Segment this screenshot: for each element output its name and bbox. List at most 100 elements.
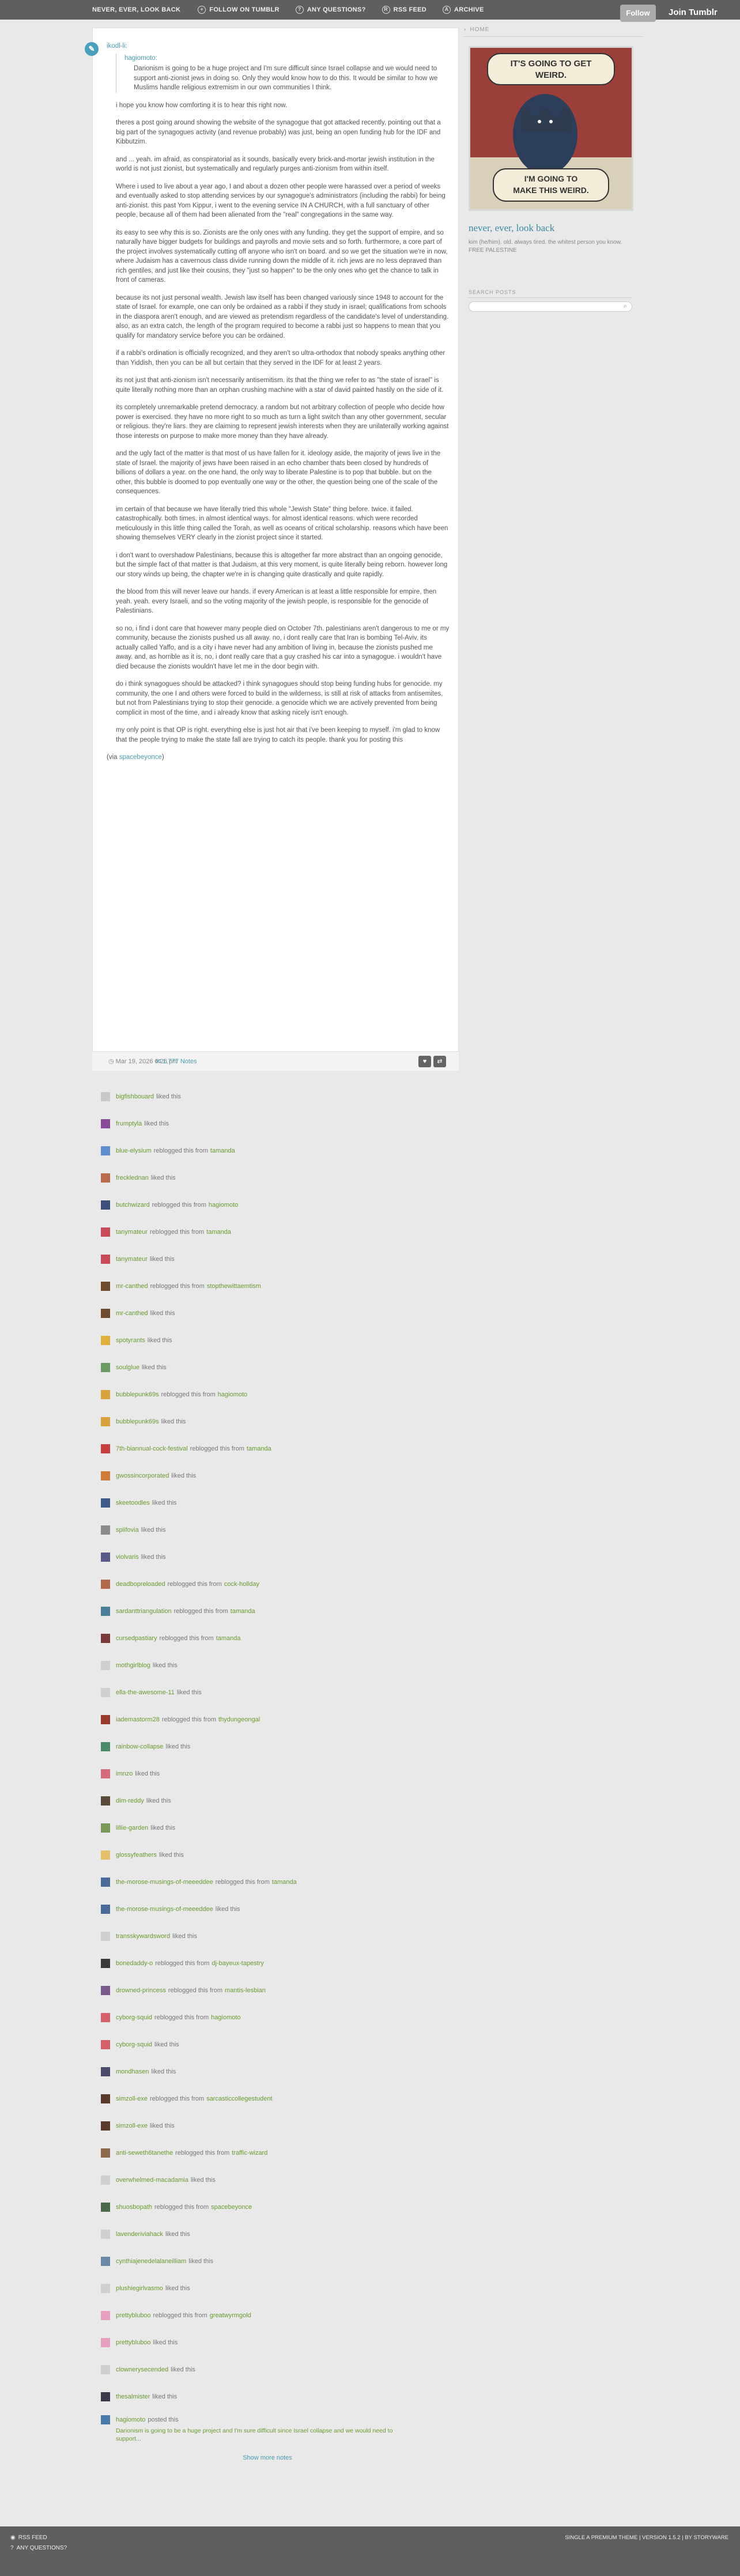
note-avatar[interactable] [101, 1905, 110, 1914]
note-avatar[interactable] [101, 1200, 110, 1210]
note-avatar[interactable] [101, 1823, 110, 1833]
note-avatar[interactable] [101, 1309, 110, 1318]
note-user-link[interactable]: mothgirlblog [116, 1662, 150, 1669]
sidebar-home-link[interactable]: › HOME [464, 27, 643, 37]
note-user-link[interactable]: frecklednan [116, 1174, 149, 1181]
note-user-link[interactable]: simzoll-exe [116, 2095, 148, 2102]
note-user-link[interactable]: bubblepunk69s [116, 1418, 159, 1425]
note-user-link[interactable]: skeetoodles [116, 1499, 150, 1506]
note-user-link[interactable]: rainbow-collapse [116, 1743, 164, 1750]
reblog-icon[interactable]: ⇄ [433, 1056, 446, 1067]
note-user-link[interactable]: dim-reddy [116, 1797, 144, 1804]
note-avatar[interactable] [101, 1282, 110, 1291]
note-source-link[interactable]: hagiomoto [209, 1202, 238, 1208]
note-user-link[interactable]: lavenderiviahack [116, 2231, 163, 2238]
note-user-link[interactable]: transskywardsword [116, 1933, 170, 1940]
note-user-link[interactable]: imnzo [116, 1770, 133, 1777]
note-avatar[interactable] [101, 2230, 110, 2239]
note-source-link[interactable]: mantis-lesbian [225, 1987, 266, 1994]
note-avatar[interactable] [101, 2392, 110, 2401]
note-source-link[interactable]: tamanda [216, 1635, 241, 1642]
note-avatar[interactable] [101, 2040, 110, 2049]
search-input[interactable]: ⌕ [469, 301, 632, 312]
note-avatar[interactable] [101, 1715, 110, 1724]
note-user-link[interactable]: deadbopreloaded [116, 1581, 165, 1588]
note-user-link[interactable]: thesalmister [116, 2393, 150, 2400]
note-user-link[interactable]: soulglue [116, 1364, 139, 1371]
note-avatar[interactable] [101, 1607, 110, 1616]
reblogger-link[interactable]: ikodl-li: [107, 41, 450, 51]
note-source-link[interactable]: tamanda [231, 1608, 255, 1615]
note-avatar[interactable] [101, 1878, 110, 1887]
note-avatar[interactable] [101, 1227, 110, 1237]
note-avatar[interactable] [101, 2257, 110, 2266]
note-user-link[interactable]: tanymateur [116, 1229, 148, 1236]
join-tumblr-button[interactable]: Join Tumblr [669, 6, 718, 20]
note-user-link[interactable]: mr-canthed [116, 1310, 148, 1317]
note-user-link[interactable]: drowned-princess [116, 1987, 166, 1994]
note-source-link[interactable]: sarcasticcollegestudent [206, 2095, 272, 2102]
any-questions-link[interactable]: ? ANY QUESTIONS? [295, 6, 366, 14]
blog-title[interactable]: never, ever, look back [469, 222, 643, 234]
note-user-link[interactable]: the-morose-musings-of-meeeddee [116, 1906, 213, 1913]
note-user-link[interactable]: 7th-biannual-cock-festival [116, 1445, 188, 1452]
quoted-user-link[interactable]: hagiomoto: [124, 54, 450, 63]
show-more-notes-link[interactable]: Show more notes [101, 2454, 434, 2461]
note-user-link[interactable]: bonedaddy-o [116, 1960, 153, 1967]
note-user-link[interactable]: plushiegirlvasmo [116, 2285, 163, 2292]
note-user-link[interactable]: spotyrants [116, 1337, 145, 1344]
footer-questions-link[interactable]: ? ANY QUESTIONS? [10, 2545, 67, 2551]
note-user-link[interactable]: bubblepunk69s [116, 1391, 159, 1398]
note-source-link[interactable]: stopthewittaemtism [207, 1283, 261, 1290]
note-avatar[interactable] [101, 1850, 110, 1860]
note-avatar[interactable] [101, 1688, 110, 1697]
note-user-link[interactable]: overwhelmed-macadamia [116, 2177, 188, 2184]
note-avatar[interactable] [101, 2175, 110, 2185]
note-avatar[interactable] [101, 1553, 110, 1562]
note-user-link[interactable]: spiifovia [116, 1527, 139, 1533]
note-user-link[interactable]: iademastorm28 [116, 1716, 160, 1723]
note-avatar[interactable] [101, 2121, 110, 2131]
note-avatar[interactable] [101, 2013, 110, 2022]
note-avatar[interactable] [101, 1444, 110, 1453]
note-source-link[interactable]: spacebeyonce [211, 2204, 252, 2211]
note-avatar[interactable] [101, 1146, 110, 1155]
note-user-link[interactable]: tanymateur [116, 1256, 148, 1263]
note-user-link[interactable]: cyborg-squid [116, 2014, 152, 2021]
note-user-link[interactable]: gwossincorporated [116, 1472, 169, 1479]
note-avatar[interactable] [101, 1525, 110, 1535]
notes-count-link[interactable]: ✉ 1,777 Notes [156, 1057, 197, 1065]
note-avatar[interactable] [101, 1634, 110, 1643]
note-user-link[interactable]: prettybluboo [116, 2339, 151, 2346]
note-user-link[interactable]: blue-elysium [116, 1147, 152, 1154]
note-avatar[interactable] [101, 2203, 110, 2212]
note-avatar[interactable] [101, 2365, 110, 2374]
note-avatar[interactable] [101, 1092, 110, 1101]
note-source-link[interactable]: greatwyrmgold [210, 2312, 251, 2319]
note-user-link[interactable]: butchwizard [116, 1202, 150, 1208]
note-avatar[interactable] [101, 2338, 110, 2347]
note-user-link[interactable]: simzoll-exe [116, 2122, 148, 2129]
note-source-link[interactable]: dj-bayeux-tapestry [212, 1960, 264, 1967]
note-user-link[interactable]: ella-the-awesome-11 [116, 1689, 175, 1696]
search-icon[interactable]: ⌕ [624, 303, 627, 310]
note-source-link[interactable]: tamanda [247, 1445, 271, 1452]
note-user-link[interactable]: bigfishbouard [116, 1093, 154, 1100]
note-user-link[interactable]: clownerysecended [116, 2366, 168, 2373]
note-user-link[interactable]: violvaris [116, 1554, 139, 1561]
note-user-link[interactable]: lillie-garden [116, 1825, 148, 1831]
note-avatar[interactable] [101, 1986, 110, 1995]
note-avatar[interactable] [101, 2148, 110, 2158]
note-avatar[interactable] [101, 1498, 110, 1508]
note-user-link[interactable]: cursedpastiary [116, 1635, 157, 1642]
note-avatar[interactable] [101, 1173, 110, 1183]
note-user-link[interactable]: shuosbopath [116, 2204, 152, 2211]
note-user-link[interactable]: sardanttriangulation [116, 1608, 172, 1615]
note-source-link[interactable]: cock-hollday [224, 1581, 259, 1588]
note-avatar[interactable] [101, 1417, 110, 1426]
note-source-link[interactable]: tamanda [206, 1229, 231, 1236]
note-source-link[interactable]: hagiomoto [211, 2014, 240, 2021]
footer-theme-credit[interactable]: SINGLE A PREMIUM THEME | VERSION 1.5.2 |… [565, 2535, 728, 2541]
note-avatar[interactable] [101, 2415, 110, 2424]
note-avatar[interactable] [101, 1363, 110, 1372]
